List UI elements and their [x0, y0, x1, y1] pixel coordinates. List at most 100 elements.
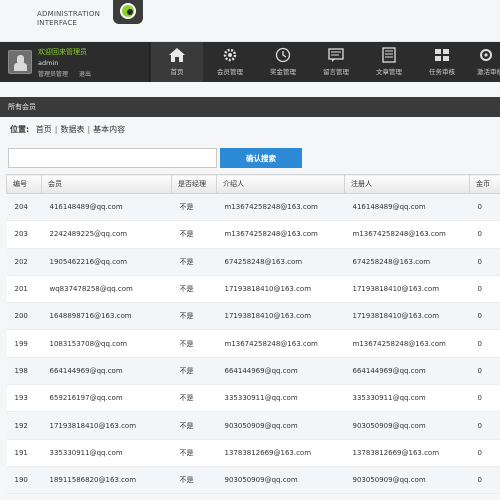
admin-manage-link[interactable]: 管理员管理: [38, 71, 68, 78]
breadcrumb-datatable[interactable]: 数据表: [60, 125, 84, 134]
table-row[interactable]: 191 335330911@qq.com 不是 13783812669@163.com…: [6, 439, 500, 467]
cell-referrer: 17193818410@163.com: [216, 302, 345, 331]
cell-id: 198: [6, 357, 42, 386]
cell-coins: 0: [469, 329, 500, 358]
table-row[interactable]: 203 2242489225@qq.com 不是 m13674258248@163.c…: [6, 220, 500, 249]
nav-label: 激活审核: [477, 68, 500, 76]
nav-label: 任务审核: [429, 68, 455, 76]
cell-referrer: 674258248@163.com: [216, 248, 345, 276]
members-table: 编号 会员 是否经理 介绍人 注册人 金币 204 416148489@qq.co…: [6, 174, 500, 495]
nav-item-task-review[interactable]: 任务审核: [416, 42, 468, 82]
cell-registrar: 13783812669@163.com: [344, 439, 470, 467]
welcome-text: 欢迎回来管理员: [38, 48, 87, 56]
cell-referrer: 903050909@qq.com: [216, 466, 345, 495]
breadcrumb: 位置: 首页 | 数据表 | 基本内容: [10, 124, 125, 135]
table-row[interactable]: 190 18911586820@163.com 不是 903050909@qq.com…: [6, 466, 500, 495]
nav-item-bonus[interactable]: 奖金管理: [257, 42, 309, 82]
nav-label: 留言管理: [323, 68, 349, 76]
col-header-coins[interactable]: 金币: [469, 174, 500, 194]
gear-icon: [221, 47, 239, 63]
message-icon: [327, 47, 345, 63]
cell-referrer: 17193818410@163.com: [216, 275, 345, 304]
cell-id: 192: [6, 411, 42, 440]
table-row[interactable]: 200 1648898716@163.com 不是 17193818410@163.c…: [6, 302, 500, 331]
document-icon: [380, 47, 398, 63]
nav-label: 会员管理: [217, 68, 243, 76]
cell-registrar: 17193818410@163.com: [344, 275, 470, 304]
breadcrumb-separator: |: [54, 125, 58, 134]
top-header: ADMINISTRATION INTERFACE: [0, 0, 500, 42]
col-header-is-manager[interactable]: 是否经理: [171, 174, 217, 194]
search-input[interactable]: [8, 148, 217, 168]
cell-referrer: 903050909@qq.com: [216, 411, 345, 440]
table-row[interactable]: 199 1083153708@qq.com 不是 m13674258248@163.c…: [6, 329, 500, 358]
nav-item-activation-review[interactable]: 激活审核: [469, 42, 500, 82]
cell-member: 17193818410@163.com: [41, 411, 172, 440]
col-header-referrer[interactable]: 介绍人: [216, 174, 345, 194]
cell-id: 190: [6, 466, 42, 495]
cell-member: 416148489@qq.com: [41, 193, 172, 222]
cell-registrar: 903050909@qq.com: [344, 411, 470, 440]
cell-is-manager: 不是: [171, 248, 217, 276]
table-row[interactable]: 198 664144969@qq.com 不是 664144969@qq.com 664…: [6, 357, 500, 386]
search-button[interactable]: 确认搜索: [220, 148, 302, 168]
cell-coins: 0: [469, 275, 500, 304]
nav-item-articles[interactable]: 文章管理: [363, 42, 415, 82]
cell-referrer: m13674258248@163.com: [216, 220, 345, 249]
cell-member: 2242489225@qq.com: [41, 220, 172, 249]
cell-is-manager: 不是: [171, 466, 217, 495]
eye-logo-icon: [113, 0, 143, 24]
cell-member: 1083153708@qq.com: [41, 329, 172, 358]
cell-coins: 0: [469, 302, 500, 331]
cell-registrar: m13674258248@163.com: [344, 329, 470, 358]
cell-registrar: 903050909@qq.com: [344, 466, 470, 495]
cell-coins: 0: [469, 220, 500, 249]
col-header-member[interactable]: 会员: [41, 174, 172, 194]
nav-item-home[interactable]: 首页: [151, 42, 203, 82]
grid-icon: [433, 47, 451, 63]
cell-id: 203: [6, 220, 42, 249]
cell-member: 659216197@qq.com: [41, 384, 172, 413]
cell-coins: 0: [469, 357, 500, 386]
table-row[interactable]: 193 659216197@qq.com 不是 335330911@qq.com 335…: [6, 384, 500, 413]
breadcrumb-home[interactable]: 首页: [36, 125, 52, 134]
breadcrumb-content[interactable]: 基本内容: [93, 125, 125, 134]
nav-item-members[interactable]: 会员管理: [204, 42, 256, 82]
cell-referrer: m13674258248@163.com: [216, 329, 345, 358]
nav-label: 奖金管理: [270, 68, 296, 76]
cell-id: 202: [6, 248, 42, 276]
table-row[interactable]: 192 17193818410@163.com 不是 903050909@qq.com…: [6, 411, 500, 440]
col-header-registrar[interactable]: 注册人: [344, 174, 470, 194]
cell-referrer: 664144969@qq.com: [216, 357, 345, 386]
cell-is-manager: 不是: [171, 411, 217, 440]
cell-member: 1905462216@qq.com: [41, 248, 172, 276]
cell-is-manager: 不是: [171, 357, 217, 386]
cell-member: 1648898716@163.com: [41, 302, 172, 331]
col-header-id[interactable]: 编号: [6, 174, 42, 194]
nav-bar: 欢迎回来管理员 admin 管理员管理 退出 首页 会员管理 奖金管理 留言管理: [0, 42, 500, 82]
breadcrumb-separator: |: [87, 125, 91, 134]
user-links: 管理员管理 退出: [38, 69, 100, 78]
cell-member: wq837478258@qq.com: [41, 275, 172, 304]
cell-id: 193: [6, 384, 42, 413]
cell-registrar: 674258248@163.com: [344, 248, 470, 276]
cell-referrer: m13674258248@163.com: [216, 193, 345, 222]
logout-link[interactable]: 退出: [79, 71, 91, 78]
admin-title: ADMINISTRATION INTERFACE: [37, 10, 100, 28]
admin-title-line1: ADMINISTRATION: [37, 10, 101, 18]
nav-label: 首页: [170, 68, 184, 76]
table-row[interactable]: 202 1905462216@qq.com 不是 674258248@163.com 6…: [6, 248, 500, 276]
cell-is-manager: 不是: [171, 275, 217, 304]
table-row[interactable]: 204 416148489@qq.com 不是 m13674258248@163.co…: [6, 193, 500, 222]
table-row[interactable]: 201 wq837478258@qq.com 不是 17193818410@163.c…: [6, 275, 500, 304]
section-title: 所有会员: [0, 97, 500, 117]
cell-registrar: 335330911@qq.com: [344, 384, 470, 413]
cell-member: 18911586820@163.com: [41, 466, 172, 495]
cell-registrar: 17193818410@163.com: [344, 302, 470, 331]
username: admin: [38, 59, 59, 67]
home-icon: [168, 47, 186, 63]
cell-is-manager: 不是: [171, 302, 217, 331]
nav-label: 文章管理: [376, 68, 402, 76]
cell-coins: 0: [469, 411, 500, 440]
nav-item-messages[interactable]: 留言管理: [310, 42, 362, 82]
